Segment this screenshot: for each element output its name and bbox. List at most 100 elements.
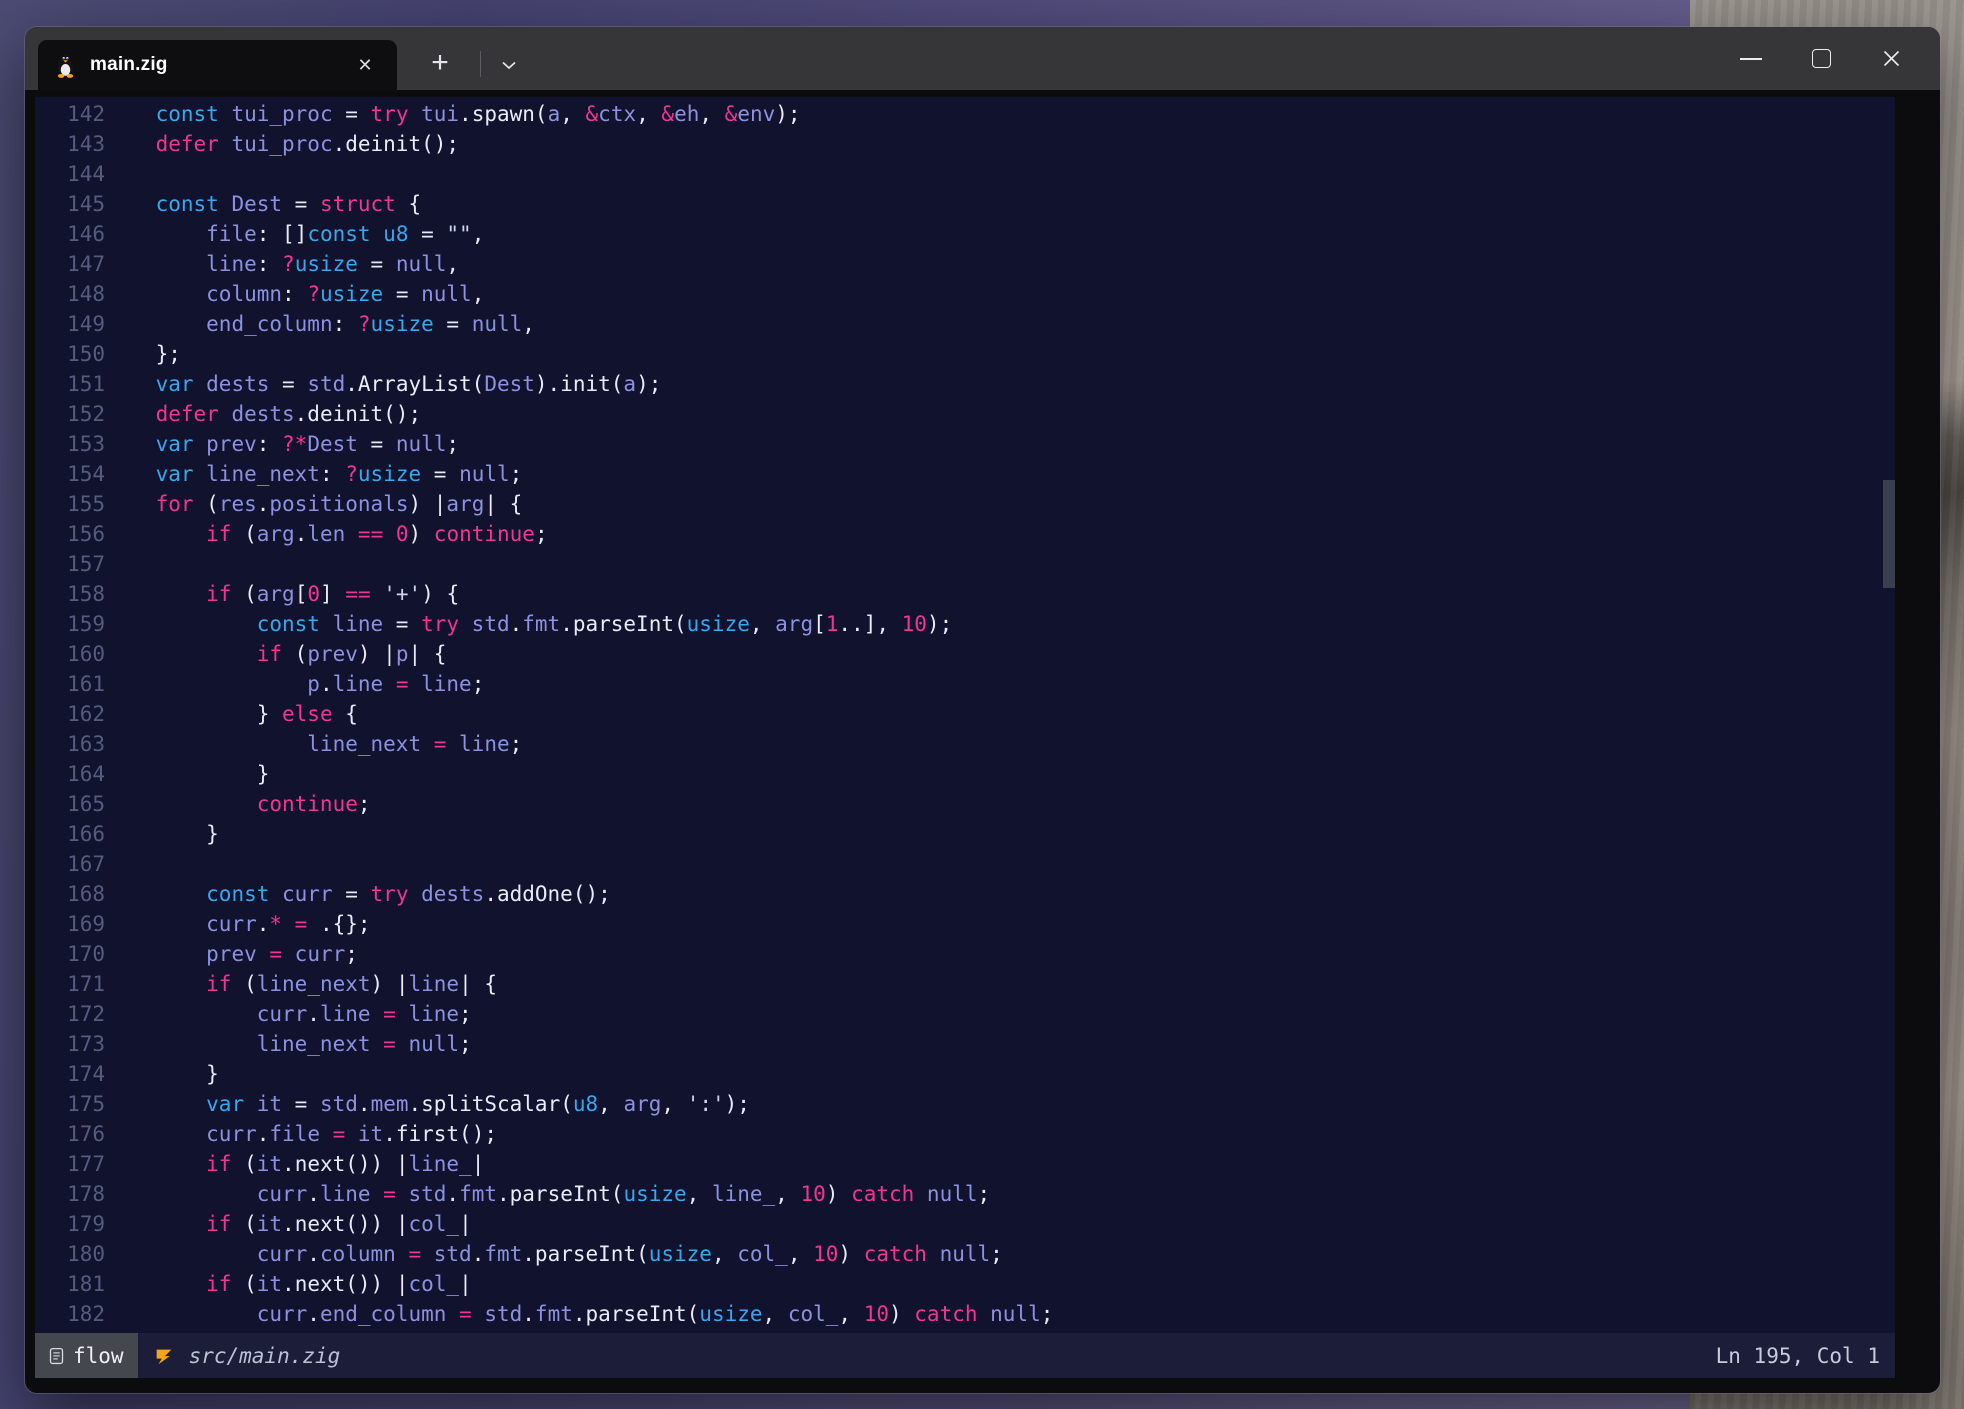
code-line[interactable]: 148 column: ?usize = null,	[35, 279, 1895, 309]
code-line[interactable]: 152 defer dests.deinit();	[35, 399, 1895, 429]
line-number: 180	[35, 1239, 105, 1269]
file-path: src/main.zig	[189, 1344, 341, 1368]
line-text: if (arg[0] == '+') {	[105, 579, 459, 609]
code-line[interactable]: 179 if (it.next()) |col_|	[35, 1209, 1895, 1239]
code-line[interactable]: 154 var line_next: ?usize = null;	[35, 459, 1895, 489]
close-button[interactable]	[1856, 27, 1926, 90]
line-text: }	[105, 759, 269, 789]
line-number: 156	[35, 519, 105, 549]
line-text: prev = curr;	[105, 939, 358, 969]
code-line[interactable]: 173 line_next = null;	[35, 1029, 1895, 1059]
line-number: 169	[35, 909, 105, 939]
document-icon	[49, 1347, 64, 1365]
titlebar[interactable]: main.zig ✕ +	[25, 27, 1940, 90]
line-number: 167	[35, 849, 105, 879]
line-number: 149	[35, 309, 105, 339]
code-editor[interactable]: 142 const tui_proc = try tui.spawn(a, &c…	[35, 97, 1895, 1333]
line-text: if (it.next()) |col_|	[105, 1209, 472, 1239]
tab-title: main.zig	[90, 54, 168, 76]
code-line[interactable]: 174 }	[35, 1059, 1895, 1089]
line-text: const line = try std.fmt.parseInt(usize,…	[105, 609, 952, 639]
code-line[interactable]: 144	[35, 159, 1895, 189]
tux-icon	[55, 53, 76, 78]
line-text: continue;	[105, 789, 371, 819]
code-line[interactable]: 145 const Dest = struct {	[35, 189, 1895, 219]
line-text: } else {	[105, 699, 358, 729]
line-number: 161	[35, 669, 105, 699]
code-line[interactable]: 162 } else {	[35, 699, 1895, 729]
code-line[interactable]: 165 continue;	[35, 789, 1895, 819]
code-line[interactable]: 155 for (res.positionals) |arg| {	[35, 489, 1895, 519]
window-controls	[1716, 27, 1926, 90]
line-number: 168	[35, 879, 105, 909]
code-line[interactable]: 178 curr.line = std.fmt.parseInt(usize, …	[35, 1179, 1895, 1209]
line-number: 170	[35, 939, 105, 969]
line-text: }	[105, 819, 219, 849]
minimize-icon	[1740, 58, 1762, 60]
code-line[interactable]: 168 const curr = try dests.addOne();	[35, 879, 1895, 909]
code-line[interactable]: 163 line_next = line;	[35, 729, 1895, 759]
tab-main-zig[interactable]: main.zig ✕	[38, 40, 397, 90]
code-line[interactable]: 177 if (it.next()) |line_|	[35, 1149, 1895, 1179]
line-number: 155	[35, 489, 105, 519]
code-lines: 142 const tui_proc = try tui.spawn(a, &c…	[35, 99, 1895, 1329]
code-line[interactable]: 171 if (line_next) |line| {	[35, 969, 1895, 999]
line-text: p.line = line;	[105, 669, 484, 699]
line-number: 172	[35, 999, 105, 1029]
line-number: 164	[35, 759, 105, 789]
line-number: 152	[35, 399, 105, 429]
code-line[interactable]: 159 const line = try std.fmt.parseInt(us…	[35, 609, 1895, 639]
terminal-window: main.zig ✕ +	[25, 27, 1940, 1393]
new-tab-button[interactable]: +	[412, 40, 468, 90]
code-line[interactable]: 142 const tui_proc = try tui.spawn(a, &c…	[35, 99, 1895, 129]
code-line[interactable]: 181 if (it.next()) |col_|	[35, 1269, 1895, 1299]
scrollbar-thumb[interactable]	[1883, 480, 1895, 588]
code-line[interactable]: 164 }	[35, 759, 1895, 789]
code-line[interactable]: 143 defer tui_proc.deinit();	[35, 129, 1895, 159]
tabbar-separator	[480, 51, 481, 77]
code-line[interactable]: 147 line: ?usize = null,	[35, 249, 1895, 279]
minimize-button[interactable]	[1716, 27, 1786, 90]
line-text: column: ?usize = null,	[105, 279, 484, 309]
code-line[interactable]: 172 curr.line = line;	[35, 999, 1895, 1029]
line-text: const curr = try dests.addOne();	[105, 879, 611, 909]
zig-file-type-icon	[153, 1345, 175, 1367]
line-text: defer dests.deinit();	[105, 399, 421, 429]
line-text: const Dest = struct {	[105, 189, 421, 219]
code-line[interactable]: 160 if (prev) |p| {	[35, 639, 1895, 669]
code-line[interactable]: 167	[35, 849, 1895, 879]
app-menu-button[interactable]: flow	[35, 1333, 138, 1378]
code-line[interactable]: 180 curr.column = std.fmt.parseInt(usize…	[35, 1239, 1895, 1269]
tab-close-button[interactable]: ✕	[345, 40, 385, 90]
tab-dropdown-button[interactable]	[485, 40, 533, 90]
line-number: 163	[35, 729, 105, 759]
line-text: if (it.next()) |line_|	[105, 1149, 484, 1179]
code-line[interactable]: 150 };	[35, 339, 1895, 369]
line-text: file: []const u8 = "",	[105, 219, 484, 249]
line-number: 176	[35, 1119, 105, 1149]
code-line[interactable]: 157	[35, 549, 1895, 579]
line-number: 178	[35, 1179, 105, 1209]
code-line[interactable]: 153 var prev: ?*Dest = null;	[35, 429, 1895, 459]
code-line[interactable]: 149 end_column: ?usize = null,	[35, 309, 1895, 339]
code-line[interactable]: 156 if (arg.len == 0) continue;	[35, 519, 1895, 549]
maximize-icon	[1812, 49, 1831, 68]
line-number: 173	[35, 1029, 105, 1059]
line-text: line: ?usize = null,	[105, 249, 459, 279]
code-line[interactable]: 161 p.line = line;	[35, 669, 1895, 699]
code-line[interactable]: 166 }	[35, 819, 1895, 849]
code-line[interactable]: 158 if (arg[0] == '+') {	[35, 579, 1895, 609]
code-line[interactable]: 182 curr.end_column = std.fmt.parseInt(u…	[35, 1299, 1895, 1329]
code-line[interactable]: 146 file: []const u8 = "",	[35, 219, 1895, 249]
cursor-position: Ln 195, Col 1	[1716, 1344, 1895, 1368]
code-line[interactable]: 169 curr.* = .{};	[35, 909, 1895, 939]
line-number: 147	[35, 249, 105, 279]
code-line[interactable]: 151 var dests = std.ArrayList(Dest).init…	[35, 369, 1895, 399]
code-line[interactable]: 175 var it = std.mem.splitScalar(u8, arg…	[35, 1089, 1895, 1119]
code-line[interactable]: 176 curr.file = it.first();	[35, 1119, 1895, 1149]
maximize-button[interactable]	[1786, 27, 1856, 90]
plus-icon: +	[431, 46, 449, 80]
line-number: 146	[35, 219, 105, 249]
line-number: 151	[35, 369, 105, 399]
code-line[interactable]: 170 prev = curr;	[35, 939, 1895, 969]
